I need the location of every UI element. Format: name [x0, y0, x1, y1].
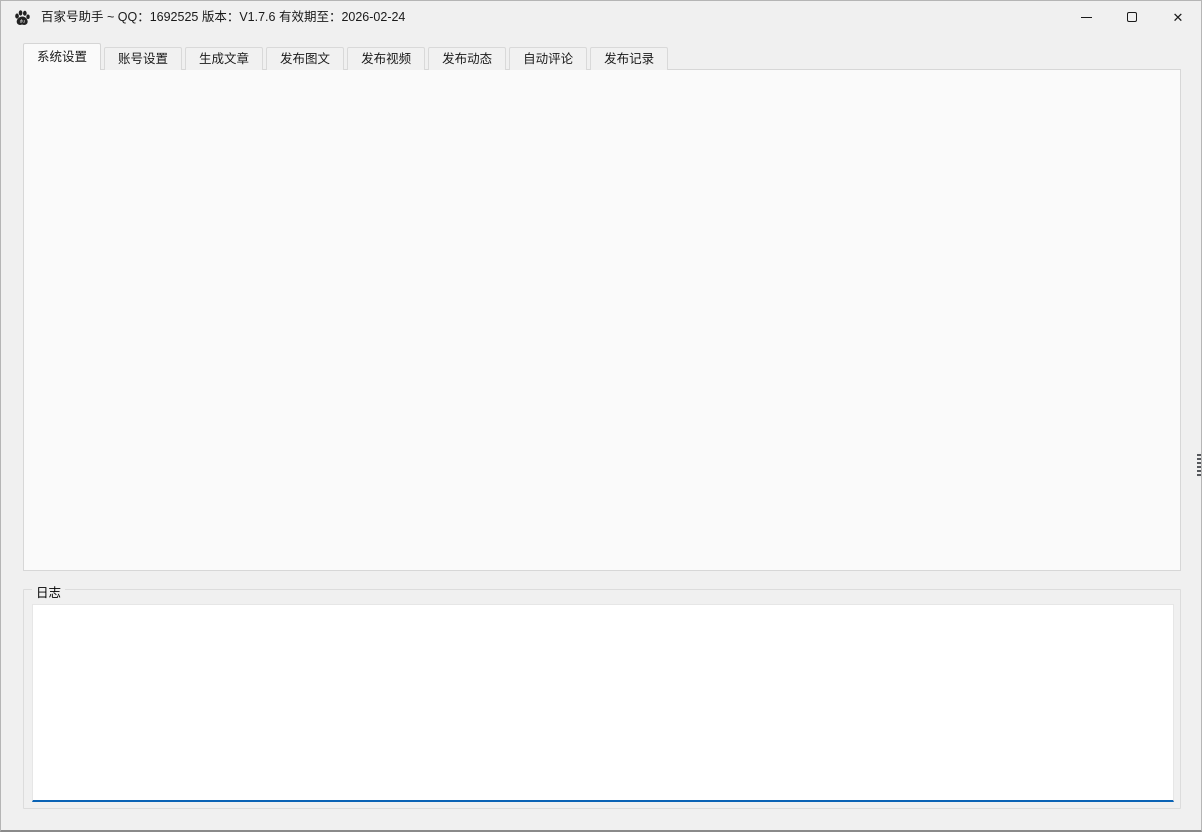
tab-publish-video[interactable]: 发布视频 — [347, 47, 425, 70]
app-window: du 百家号助手 ~ QQ：1692525 版本：V1.7.6 有效期至：202… — [0, 0, 1202, 832]
close-icon: ✕ — [1173, 11, 1184, 24]
app-logo-paw-icon: du — [13, 9, 31, 26]
svg-text:du: du — [20, 18, 26, 23]
title-bar: du 百家号助手 ~ QQ：1692525 版本：V1.7.6 有效期至：202… — [1, 1, 1201, 33]
tab-publish-dynamic[interactable]: 发布动态 — [428, 47, 506, 70]
log-group: 日志 — [23, 589, 1181, 809]
window-title: 百家号助手 ~ QQ：1692525 版本：V1.7.6 有效期至：2026-0… — [41, 1, 405, 33]
tab-auto-comment[interactable]: 自动评论 — [509, 47, 587, 70]
tab-bar: 系统设置 账号设置 生成文章 发布图文 发布视频 发布动态 自动评论 发布记录 — [23, 43, 671, 70]
tab-system-settings[interactable]: 系统设置 — [23, 43, 101, 70]
tab-account-settings[interactable]: 账号设置 — [104, 47, 182, 70]
tab-generate-article[interactable]: 生成文章 — [185, 47, 263, 70]
tab-publish-record[interactable]: 发布记录 — [590, 47, 668, 70]
window-edge-grip[interactable] — [1197, 454, 1201, 478]
maximize-button[interactable] — [1109, 1, 1155, 33]
minimize-icon — [1081, 17, 1092, 18]
maximize-icon — [1127, 12, 1137, 22]
minimize-button[interactable] — [1063, 1, 1109, 33]
tab-publish-imagetext[interactable]: 发布图文 — [266, 47, 344, 70]
tab-content-pane — [23, 69, 1181, 571]
log-textarea[interactable] — [32, 604, 1174, 802]
log-group-title: 日志 — [32, 582, 65, 601]
close-button[interactable]: ✕ — [1155, 1, 1201, 33]
